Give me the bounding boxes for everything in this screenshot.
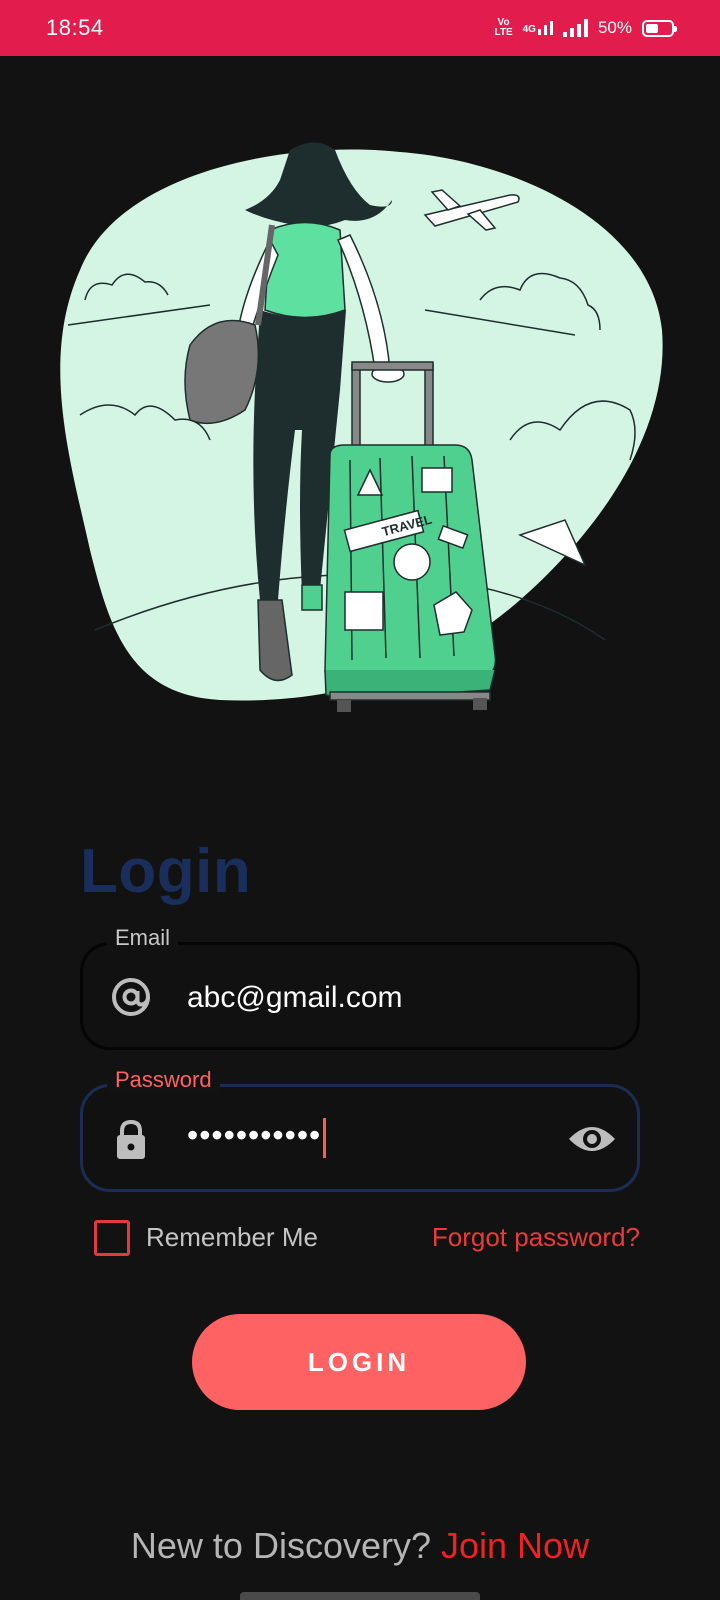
signal-icon	[562, 19, 588, 37]
status-bar: 18:54 Vo LTE 4G 50%	[0, 0, 720, 56]
email-value: abc@gmail.com	[187, 981, 403, 1014]
password-field[interactable]: Password •••••••••••	[80, 1067, 640, 1192]
page-title: Login	[80, 837, 252, 906]
join-now-link[interactable]: Join Now	[441, 1525, 589, 1566]
password-label: Password	[107, 1067, 220, 1093]
volte-icon: Vo LTE	[494, 17, 513, 38]
text-caret	[323, 1117, 327, 1158]
remember-label[interactable]: Remember Me	[146, 1222, 318, 1253]
email-field[interactable]: Email abc@gmail.com	[80, 925, 640, 1050]
network-4g-icon: 4G	[523, 21, 553, 35]
home-indicator[interactable]	[240, 1592, 480, 1600]
forgot-password-link[interactable]: Forgot password?	[432, 1222, 640, 1253]
remember-checkbox[interactable]	[94, 1220, 130, 1256]
status-time: 18:54	[46, 15, 104, 40]
at-sign-icon	[112, 978, 150, 1016]
login-button[interactable]: LOGIN	[192, 1314, 526, 1410]
status-icons: Vo LTE 4G 50%	[494, 17, 677, 38]
battery-percent: 50%	[597, 18, 632, 37]
travel-illustration: TRAVEL	[60, 142, 663, 712]
battery-icon	[642, 19, 677, 37]
password-dots: •••••••••••	[187, 1117, 322, 1153]
signup-prompt-text: New to Discovery?	[130, 1525, 431, 1566]
eye-icon[interactable]	[567, 1117, 617, 1161]
signup-prompt: New to Discovery? Join Now	[0, 1525, 720, 1567]
password-value[interactable]: •••••••••••	[187, 1117, 327, 1158]
email-label: Email	[107, 925, 179, 951]
remember-row: Remember Me Forgot password?	[94, 1220, 640, 1256]
lock-icon	[117, 1119, 145, 1159]
